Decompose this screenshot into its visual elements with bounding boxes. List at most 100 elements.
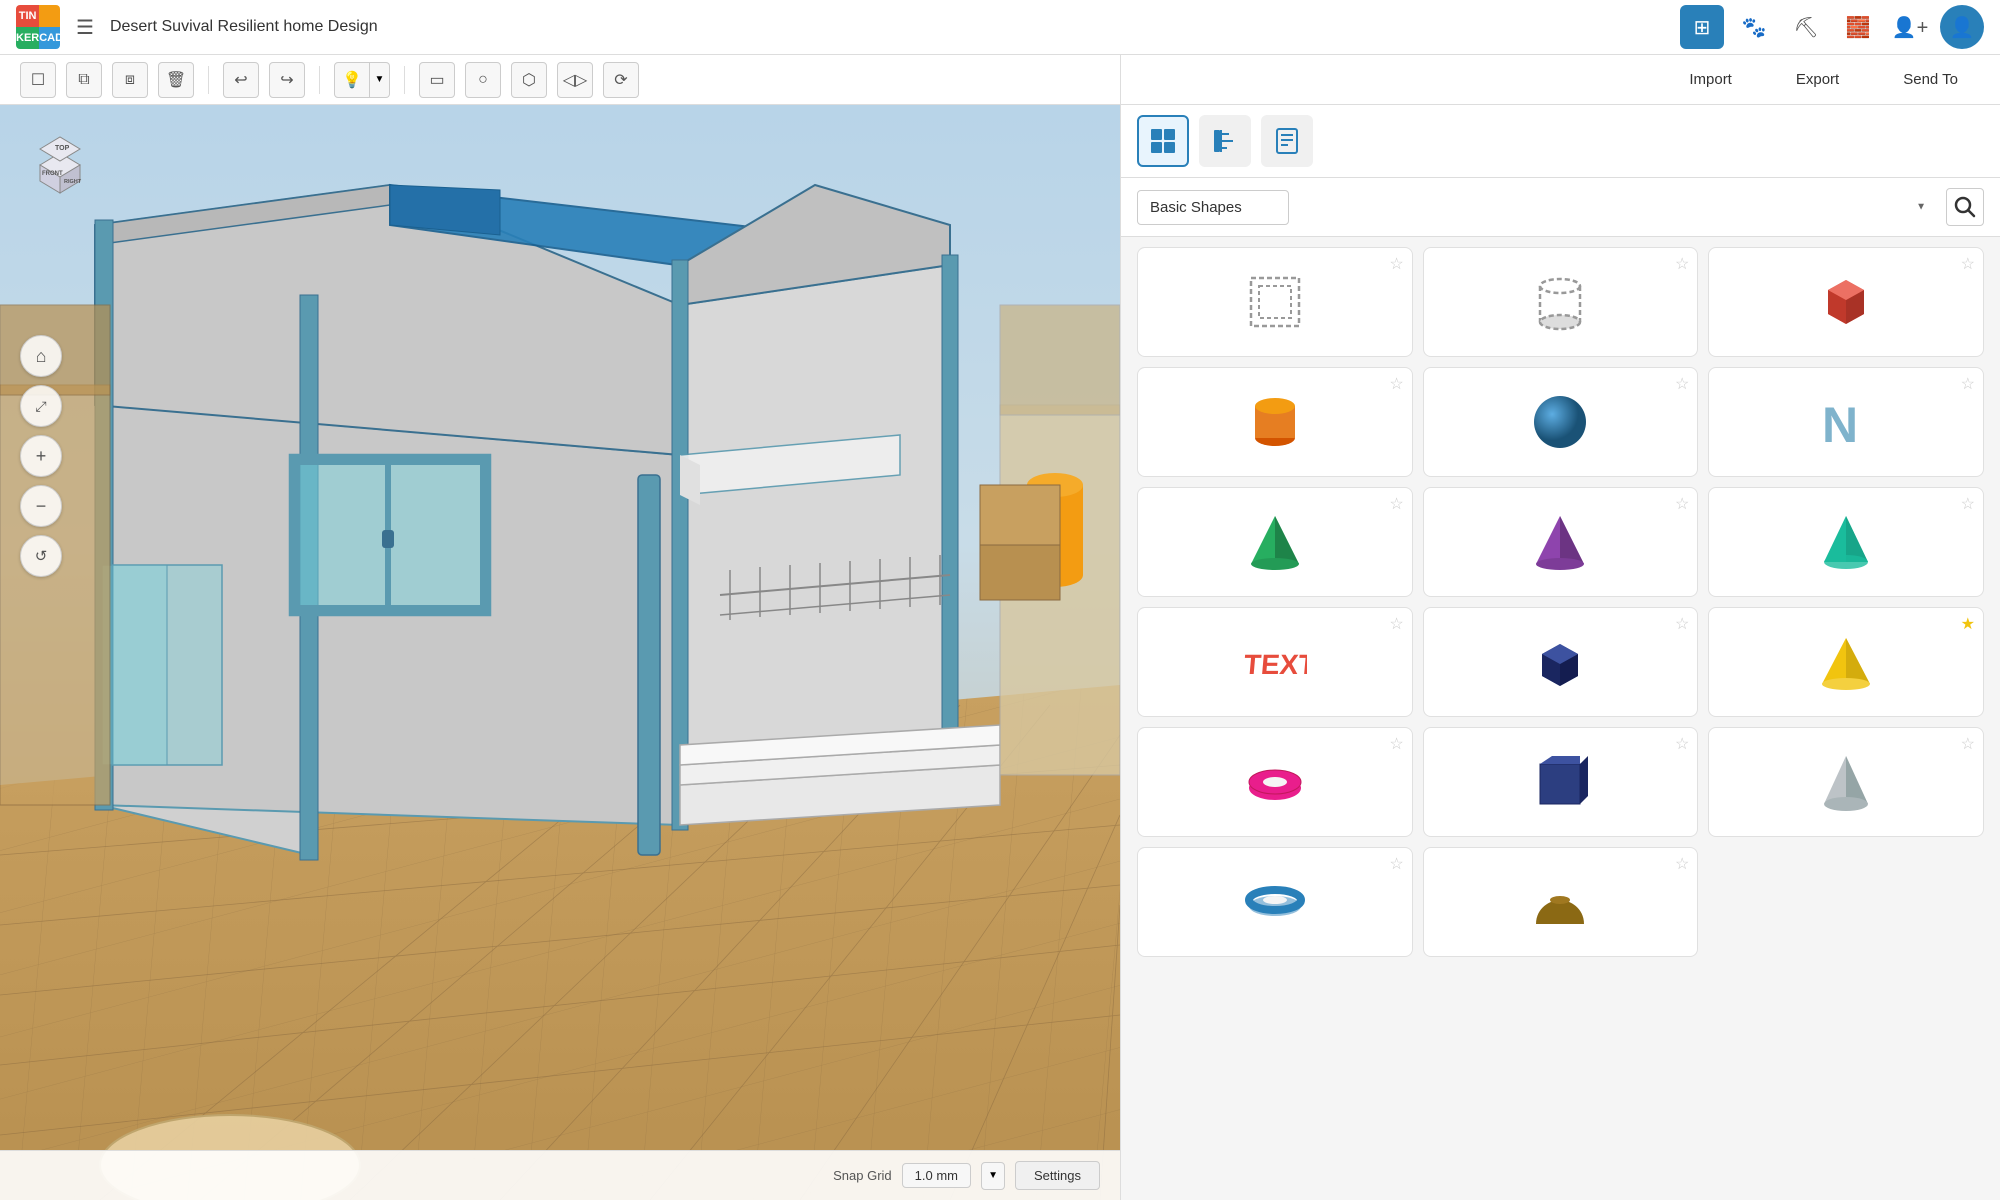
shapes-tab[interactable] — [1137, 115, 1189, 167]
notes-tab[interactable] — [1261, 115, 1313, 167]
toolbar-separator-2 — [319, 66, 320, 94]
snap-grid-arrow[interactable]: ▼ — [981, 1162, 1005, 1190]
logo-tin: TIN — [16, 5, 39, 27]
star-navy-cube[interactable]: ☆ — [1675, 614, 1689, 634]
right-top-bar: Import Export Send To — [1120, 55, 2000, 105]
shapes-category-dropdown[interactable]: Basic Shapes Featured Letters & Numbers … — [1137, 190, 1289, 225]
zoom-in-button[interactable]: + — [20, 435, 62, 477]
star-n-shape[interactable]: ☆ — [1961, 374, 1975, 394]
shape-item-n-shape[interactable]: ☆ N — [1708, 367, 1984, 477]
redo-button[interactable]: ↪ — [269, 62, 305, 98]
shape-item-blue-torus[interactable]: ☆ — [1137, 847, 1413, 957]
toolbar-separator-1 — [208, 66, 209, 94]
star-text-red[interactable]: ☆ — [1389, 614, 1403, 634]
logo: TIN KER CAD — [16, 5, 60, 49]
mirror-button[interactable]: ◁▷ — [557, 62, 593, 98]
settings-button[interactable]: Settings — [1015, 1161, 1100, 1190]
star-purple-pyramid[interactable]: ☆ — [1675, 494, 1689, 514]
delete-button[interactable]: 🗑 — [158, 62, 194, 98]
project-title: Desert Suvival Resilient home Design — [110, 18, 1668, 36]
avatar-button[interactable]: 👤 — [1940, 5, 1984, 49]
star-brown-shape[interactable]: ☆ — [1675, 854, 1689, 874]
home-view-button[interactable]: ⌂ — [20, 335, 62, 377]
shape-item-pink-torus[interactable]: ☆ — [1137, 727, 1413, 837]
3d-scene — [0, 105, 1120, 1200]
shape-item-brown-shape[interactable]: ☆ — [1423, 847, 1699, 957]
shape-item-text-red[interactable]: ☆ TEXT — [1137, 607, 1413, 717]
star-green-pyramid[interactable]: ☆ — [1389, 494, 1403, 514]
paw-button[interactable]: 🐾 — [1732, 5, 1776, 49]
logo-ker: KER — [16, 27, 39, 49]
new-file-button[interactable]: ☐ — [20, 62, 56, 98]
star-box-hatch[interactable]: ☆ — [1389, 254, 1403, 274]
bottom-bar: Snap Grid 1.0 mm ▼ Settings — [0, 1150, 1120, 1200]
snap-grid-value[interactable]: 1.0 mm — [902, 1163, 971, 1188]
hamburger-icon[interactable]: ☰ — [72, 11, 98, 44]
rect-select-button[interactable]: ▭ — [419, 62, 455, 98]
export-button[interactable]: Export — [1774, 63, 1861, 96]
star-blue-sphere[interactable]: ☆ — [1675, 374, 1689, 394]
shape-item-gray-cone[interactable]: ☆ — [1708, 727, 1984, 837]
circle-select-button[interactable]: ○ — [465, 62, 501, 98]
svg-text:TEXT: TEXT — [1243, 649, 1307, 680]
star-yellow-pyramid[interactable]: ★ — [1961, 614, 1975, 634]
copy-button[interactable]: ⧉ — [66, 62, 102, 98]
right-panel: ❯ Basic Shapes Featured Letters & Number… — [1120, 105, 2000, 1200]
zoom-out-button[interactable]: − — [20, 485, 62, 527]
logo-cad: CAD — [39, 27, 60, 49]
toolbar: ☐ ⧉ ⧈ 🗑 ↩ ↪ 💡 ▼ ▭ ○ ⬡ ◁▷ ⟳ — [0, 55, 1120, 105]
toolbar-separator-3 — [404, 66, 405, 94]
rotate-view-button[interactable]: ↺ — [20, 535, 62, 577]
viewport: TOP FRONT RIGHT ⌂ ⤢ + − ↺ Snap Grid 1.0 … — [0, 105, 1120, 1200]
build-button[interactable]: ⛏ — [1784, 5, 1828, 49]
light-button[interactable]: 💡 — [334, 62, 370, 98]
send-to-button[interactable]: Send To — [1881, 63, 1980, 96]
star-gray-cone[interactable]: ☆ — [1961, 734, 1975, 754]
undo-button[interactable]: ↩ — [223, 62, 259, 98]
group-button[interactable]: ⟳ — [603, 62, 639, 98]
measure-tab[interactable] — [1199, 115, 1251, 167]
fit-view-button[interactable]: ⤢ — [20, 385, 62, 427]
shape-item-navy-cube[interactable]: ☆ — [1423, 607, 1699, 717]
shape-item-orange-cylinder[interactable]: ☆ — [1137, 367, 1413, 477]
shape-item-navy-cube2[interactable]: ☆ — [1423, 727, 1699, 837]
header-right: ⊞ 🐾 ⛏ 🧱 👤+ 👤 — [1680, 5, 1984, 49]
view-cube: TOP FRONT RIGHT — [20, 125, 100, 205]
shape-item-teal-cone[interactable]: ☆ — [1708, 487, 1984, 597]
block-button[interactable]: 🧱 — [1836, 5, 1880, 49]
duplicate-button[interactable]: ⧈ — [112, 62, 148, 98]
shape-item-box-hatch[interactable]: ☆ — [1137, 247, 1413, 357]
snap-grid-label: Snap Grid — [833, 1168, 892, 1183]
star-orange-cylinder[interactable]: ☆ — [1389, 374, 1403, 394]
shape-item-purple-pyramid[interactable]: ☆ — [1423, 487, 1699, 597]
star-teal-cone[interactable]: ☆ — [1961, 494, 1975, 514]
shape-item-yellow-pyramid[interactable]: ★ — [1708, 607, 1984, 717]
shapes-search-button[interactable] — [1946, 188, 1984, 226]
star-blue-torus[interactable]: ☆ — [1389, 854, 1403, 874]
svg-text:RIGHT: RIGHT — [64, 179, 82, 185]
user-add-button[interactable]: 👤+ — [1888, 5, 1932, 49]
shape-item-green-pyramid[interactable]: ☆ — [1137, 487, 1413, 597]
shape-item-blue-sphere[interactable]: ☆ — [1423, 367, 1699, 477]
import-button[interactable]: Import — [1667, 63, 1754, 96]
header: TIN KER CAD ☰ Desert Suvival Resilient h… — [0, 0, 2000, 55]
align-button[interactable]: ⬡ — [511, 62, 547, 98]
svg-text:FRONT: FRONT — [42, 171, 63, 177]
right-tabs — [1121, 105, 2000, 178]
shape-item-red-cube[interactable]: ☆ — [1708, 247, 1984, 357]
light-tool-group: 💡 ▼ — [334, 62, 390, 98]
shape-item-cylinder-hatch[interactable]: ☆ — [1423, 247, 1699, 357]
star-cylinder-hatch[interactable]: ☆ — [1675, 254, 1689, 274]
star-pink-torus[interactable]: ☆ — [1389, 734, 1403, 754]
view-cube-svg[interactable]: TOP FRONT RIGHT — [20, 125, 100, 205]
grid-view-button[interactable]: ⊞ — [1680, 5, 1724, 49]
star-red-cube[interactable]: ☆ — [1961, 254, 1975, 274]
svg-text:TOP: TOP — [55, 145, 70, 152]
star-navy-cube2[interactable]: ☆ — [1675, 734, 1689, 754]
shapes-header: Basic Shapes Featured Letters & Numbers … — [1121, 178, 2000, 237]
shapes-dropdown-wrap: Basic Shapes Featured Letters & Numbers … — [1137, 190, 1936, 225]
panel-collapse-button[interactable]: ❯ — [1120, 633, 1121, 673]
logo-blank — [39, 5, 60, 27]
shapes-grid: ☆ ☆ ☆ ☆ ☆ ☆ N ☆ — [1121, 237, 2000, 1197]
light-dropdown-arrow[interactable]: ▼ — [370, 62, 390, 98]
